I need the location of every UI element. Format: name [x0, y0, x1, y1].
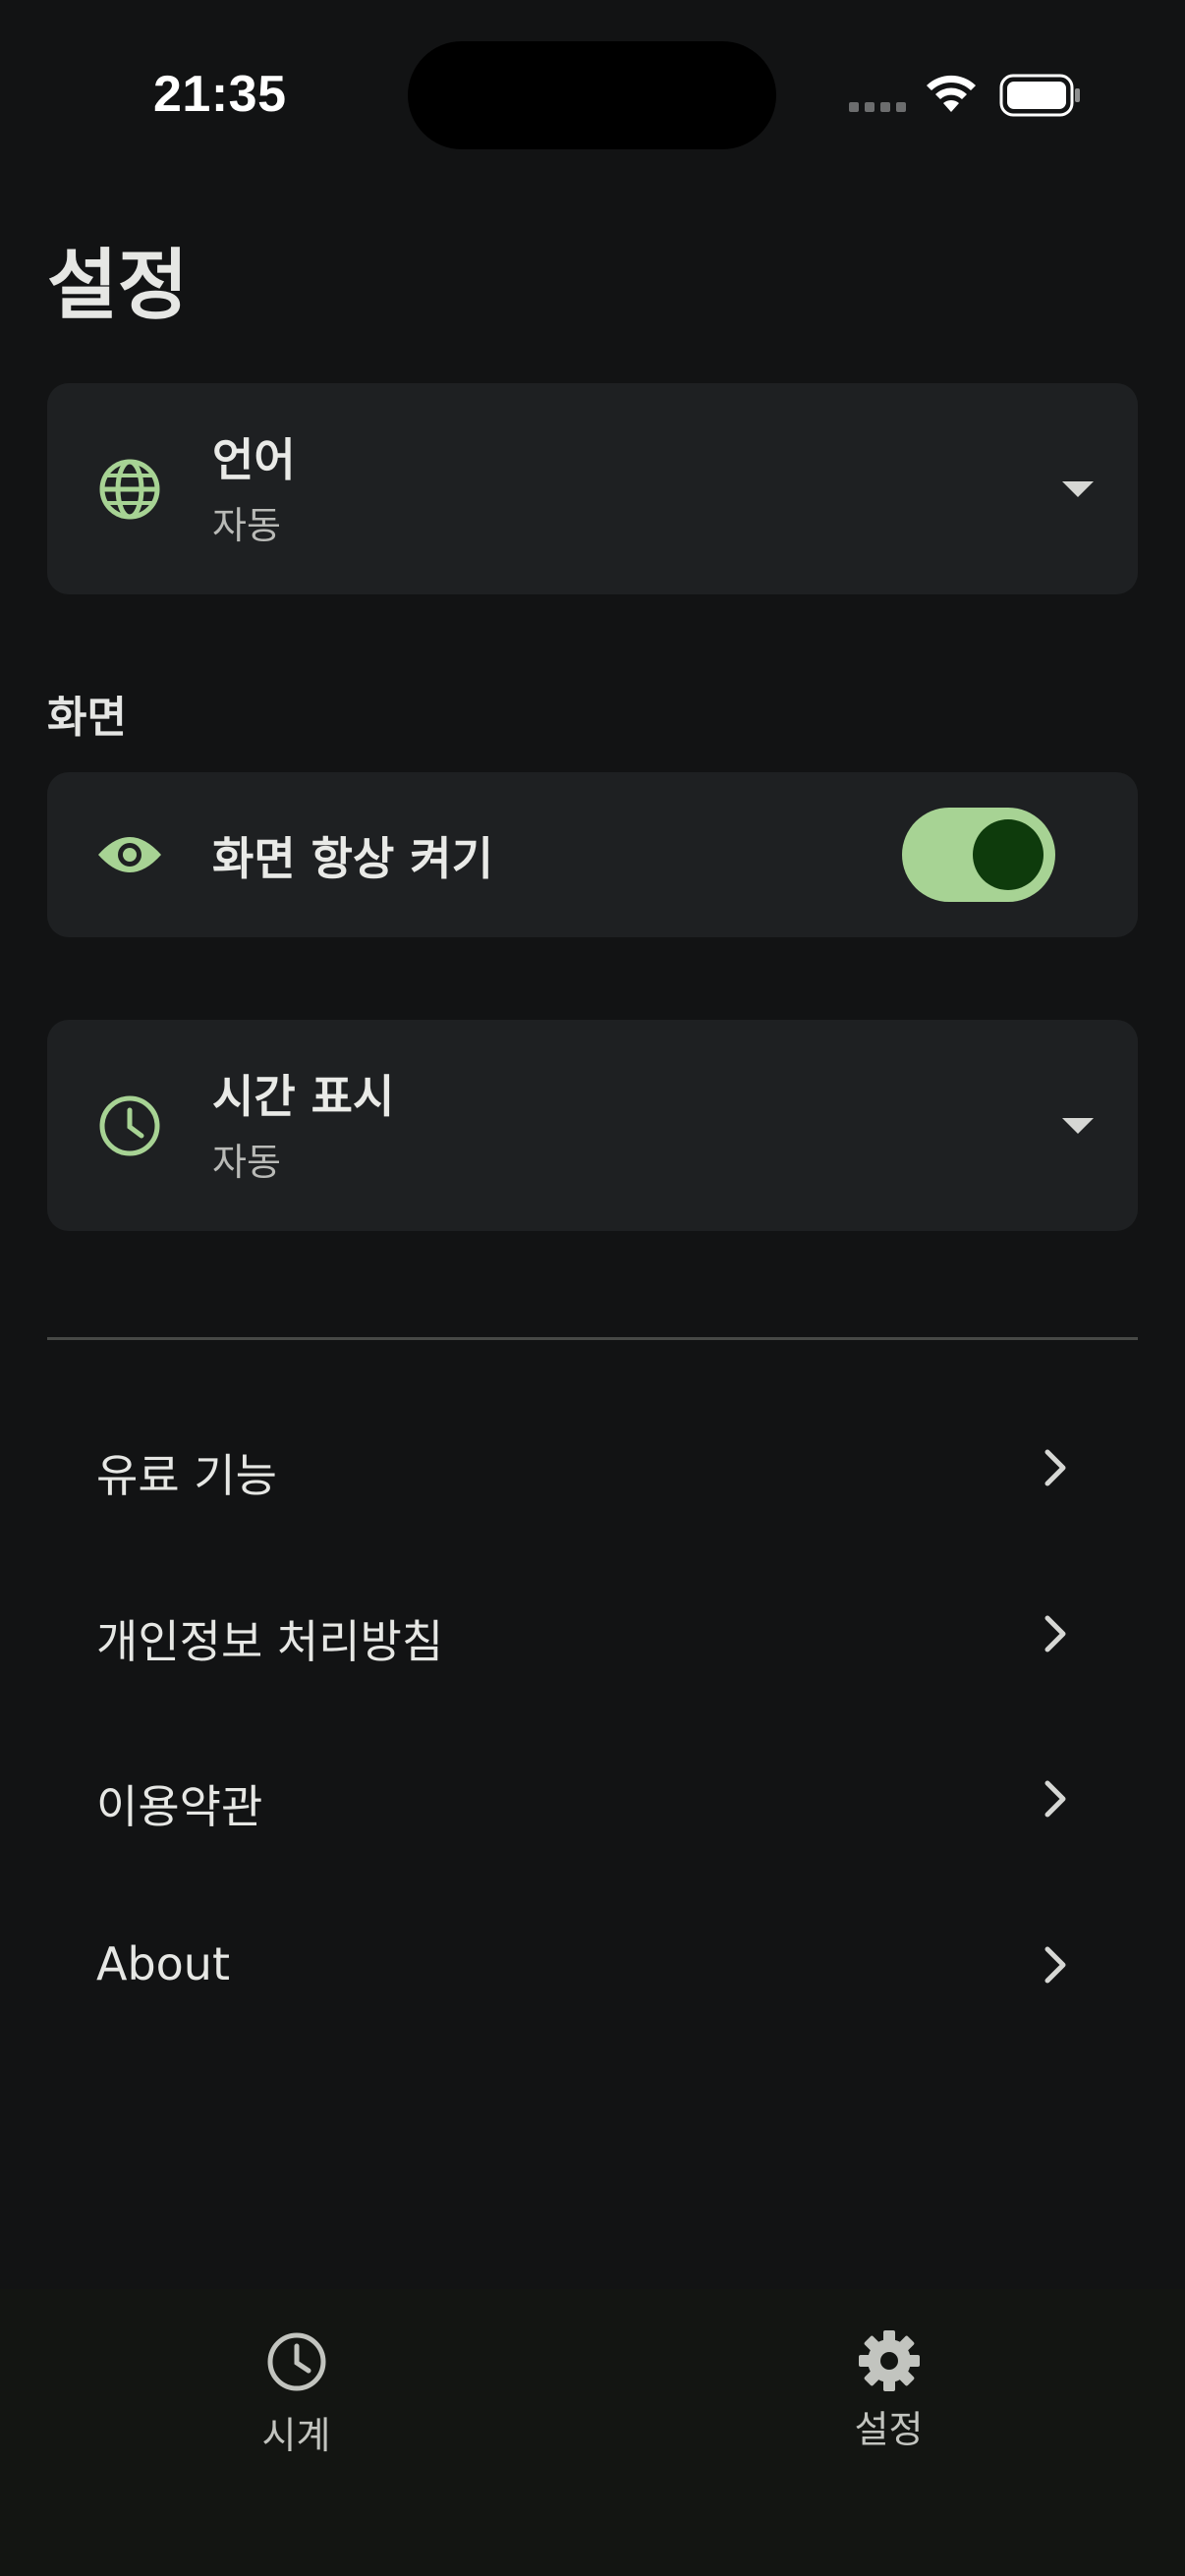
- link-terms-of-use[interactable]: 이용약관: [47, 1724, 1138, 1872]
- nav-label-clock: 시계: [261, 2414, 331, 2457]
- link-label: 이용약관: [96, 1780, 263, 1833]
- chevron-right-icon: [1044, 1946, 1066, 1984]
- link-about[interactable]: About: [47, 1890, 1138, 2038]
- nav-item-clock[interactable]: 시계: [0, 2289, 592, 2576]
- dynamic-island: [408, 41, 776, 149]
- clock-icon: [267, 2332, 325, 2391]
- toggle-knob: [973, 819, 1044, 890]
- section-header-display: 화면: [47, 693, 127, 743]
- link-label: About: [96, 1937, 231, 1990]
- dropdown-caret-icon: [1062, 481, 1094, 497]
- link-label: 개인정보 처리방침: [96, 1615, 444, 1668]
- wifi-icon: [927, 75, 976, 112]
- divider: [47, 1337, 1138, 1340]
- chevron-right-icon: [1044, 1449, 1066, 1486]
- battery-icon: [999, 74, 1080, 117]
- chevron-right-icon: [1044, 1615, 1066, 1652]
- keep-screen-on-title: 화면 항상 켜기: [212, 832, 493, 885]
- status-time: 21:35: [153, 66, 287, 123]
- time-display-title: 시간 표시: [212, 1070, 395, 1123]
- language-setting[interactable]: 언어 자동: [47, 383, 1138, 594]
- dropdown-caret-icon: [1062, 1118, 1094, 1134]
- time-display-setting[interactable]: 시간 표시 자동: [47, 1020, 1138, 1231]
- bottom-navigation: 시계 설정: [0, 2289, 1185, 2576]
- eye-icon: [98, 837, 161, 872]
- link-label: 유료 기능: [96, 1449, 277, 1502]
- chevron-right-icon: [1044, 1780, 1066, 1818]
- language-value: 자동: [212, 504, 281, 547]
- nav-label-settings: 설정: [854, 2408, 924, 2451]
- nav-item-settings[interactable]: 설정: [592, 2289, 1185, 2576]
- gear-icon: [858, 2330, 920, 2391]
- keep-screen-on-toggle[interactable]: [902, 808, 1055, 902]
- page-title: 설정: [47, 242, 189, 330]
- globe-icon: [99, 459, 160, 520]
- link-privacy-policy[interactable]: 개인정보 처리방침: [47, 1559, 1138, 1707]
- language-title: 언어: [212, 433, 296, 486]
- time-display-value: 자동: [212, 1141, 281, 1184]
- link-premium-features[interactable]: 유료 기능: [47, 1393, 1138, 1540]
- cellular-signal-icon: [849, 102, 906, 112]
- clock-icon: [99, 1095, 160, 1156]
- keep-screen-on-setting: 화면 항상 켜기: [47, 772, 1138, 937]
